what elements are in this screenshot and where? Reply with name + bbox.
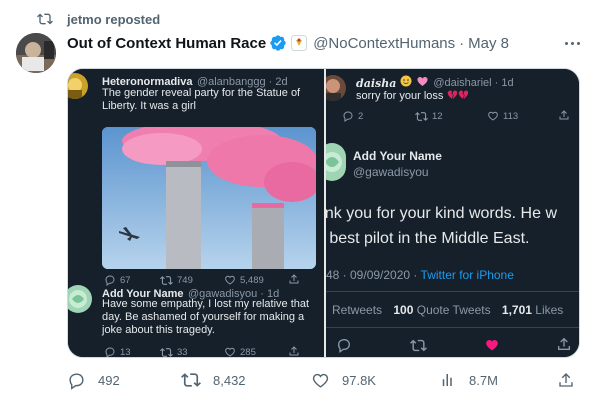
daisha-tweet-text: sorry for your loss (356, 90, 444, 102)
affiliate-badge-icon[interactable] (291, 35, 308, 51)
daisha-likes-count: 113 (503, 110, 519, 122)
reply-button[interactable]: 492 (67, 370, 120, 390)
tweet-media[interactable]: Heteronormadiva @alanbanggg · 2d The gen… (67, 68, 580, 358)
tweet-header: Out of Context Human Race @NoContextHuma… (67, 33, 509, 53)
daisha-retweets[interactable]: 12 (415, 110, 443, 123)
stats-divider-top (326, 291, 579, 292)
daisha-replies[interactable]: 2 (342, 110, 363, 122)
first-tweet-text: The gender reveal party for the Statue o… (102, 87, 300, 113)
share-button[interactable] (557, 370, 575, 390)
main-tweet-source-link: Twitter for iPhone (420, 268, 514, 282)
main-tweet-name: Add Your Name (353, 149, 442, 163)
main-tweet-text-line: ank you for your kind words. He w (326, 205, 557, 222)
main-tweet-share-icon[interactable] (556, 336, 572, 352)
repost-icon (37, 11, 53, 27)
repost-count: 8,432 (213, 372, 246, 388)
heteronormadiva-avatar (68, 73, 88, 99)
reply-icon (105, 347, 115, 357)
main-tweet-text-line: e best pilot in the Middle East. (326, 230, 530, 247)
second-tweet-line: Have some empathy, I lost my relative th… (102, 298, 310, 310)
likes-count: 1,701 (501, 303, 532, 317)
main-tweet-liked-heart-icon[interactable] (484, 337, 500, 353)
daisha-avatar (326, 75, 346, 101)
author-handle[interactable]: @NoContextHumans (313, 35, 455, 52)
heart-icon (488, 111, 498, 121)
main-tweet-reply-icon[interactable] (336, 337, 352, 353)
twin-towers-photo (102, 127, 316, 269)
repost-action-icon (181, 370, 201, 390)
first-tweet-line: The gender reveal party for the Statue o… (102, 87, 301, 99)
media-image-right[interactable]: daisha @daishariel · 1d sorry for your l… (326, 69, 579, 357)
daisha-replies-count: 2 (358, 110, 364, 122)
second-tweet-likes[interactable]: 285 (224, 346, 256, 357)
repost-label: jetmo reposted (67, 11, 161, 27)
main-tweet-counts: Retweets 100 Quote Tweets 1,701 Likes (326, 303, 563, 317)
daisha-share-icon[interactable] (558, 109, 570, 121)
daisha-retweets-count: 12 (432, 111, 443, 122)
repost-button[interactable]: 8,432 (181, 370, 246, 390)
tweet-date[interactable]: May 8 (468, 35, 509, 52)
avatar[interactable] (16, 33, 56, 73)
second-tweet-line: joke about this tragedy. (102, 324, 215, 336)
daisha-tweet-text-row: sorry for your loss (356, 89, 469, 104)
like-count: 97.8K (342, 372, 376, 388)
views-count: 8.7M (469, 372, 498, 388)
likes-label: Likes (535, 303, 564, 317)
daisha-handle: @daishariel · 1d (433, 77, 514, 89)
like-button[interactable]: 97.8K (311, 370, 376, 390)
quotes-count: 100 (393, 303, 414, 317)
more-options-icon[interactable] (562, 35, 582, 51)
repost-indicator[interactable]: jetmo reposted (37, 10, 160, 28)
author-name[interactable]: Out of Context Human Race (67, 35, 266, 52)
stats-divider-bottom (326, 327, 579, 328)
second-tweet-retweets[interactable]: 33 (160, 346, 188, 357)
add-your-name-avatar (68, 285, 92, 313)
first-tweet-share-icon[interactable] (288, 273, 300, 285)
first-tweet-line: Liberty. It was a girl (102, 100, 196, 112)
share-icon (557, 371, 575, 389)
main-tweet-avatar (326, 143, 346, 181)
reply-icon (67, 371, 86, 390)
reply-count: 492 (98, 372, 120, 388)
broken-heart-icon (447, 89, 469, 104)
second-tweet-text: Have some empathy, I lost my relative th… (102, 298, 309, 337)
second-tweet-replies-count: 13 (120, 346, 131, 358)
retweets-label: Retweets (332, 303, 383, 317)
reply-icon (343, 111, 353, 122)
tweet-action-bar: 492 8,432 97.8K 8.7M (67, 370, 587, 390)
media-image-left[interactable]: Heteronormadiva @alanbanggg · 2d The gen… (68, 69, 324, 357)
main-tweet-retweet-icon[interactable] (410, 337, 427, 354)
second-tweet-likes-count: 285 (240, 346, 256, 358)
main-tweet-meta: 48 · 09/09/2020 · Twitter for iPhone (326, 268, 514, 282)
daisha-name: daisha (356, 76, 397, 90)
heart-icon (225, 347, 235, 357)
heart-icon (311, 371, 330, 390)
views-button[interactable]: 8.7M (439, 370, 498, 390)
second-tweet-line: day. Be ashamed of yourself for making a (102, 311, 305, 323)
second-tweet-retweets-count: 33 (177, 347, 188, 357)
second-tweet-replies[interactable]: 13 (104, 346, 131, 357)
quotes-label: Quote Tweets (416, 303, 491, 317)
retweet-icon (160, 348, 173, 357)
views-chart-icon (439, 371, 457, 389)
second-tweet-share-icon[interactable] (288, 345, 300, 357)
verified-badge-icon[interactable] (269, 34, 287, 52)
date-separator: · (459, 34, 465, 52)
retweet-icon (415, 112, 428, 121)
main-tweet-handle: @gawadisyou (353, 165, 429, 179)
main-tweet-timestamp: 48 · 09/09/2020 · (326, 268, 421, 282)
daisha-likes[interactable]: 113 (487, 110, 518, 122)
